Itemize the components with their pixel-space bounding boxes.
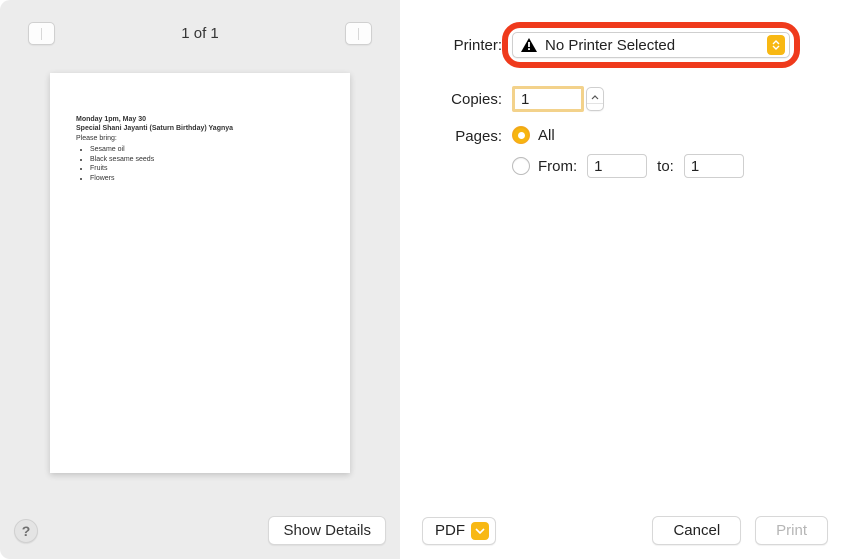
pages-row: Pages: All From: to: — [416, 126, 820, 178]
print-button[interactable]: Print — [755, 516, 828, 545]
preview-panel: 1 of 1 Monday 1pm, May 30 Special Shani … — [0, 0, 400, 559]
pages-all-radio[interactable] — [512, 126, 530, 144]
page-indicator: 1 of 1 — [181, 25, 219, 42]
list-item: Flowers — [90, 174, 324, 183]
pdf-menu-button[interactable]: PDF — [422, 517, 496, 545]
pages-range-line: From: to: — [512, 154, 754, 178]
settings-panel: Printer: No Printer Selected Copies: — [400, 0, 850, 559]
copies-row: Copies: — [416, 86, 820, 112]
pages-all-label: All — [538, 127, 555, 144]
settings-footer: PDF Cancel Print — [422, 516, 828, 545]
copies-label: Copies: — [416, 91, 502, 108]
page-thumbnail: Monday 1pm, May 30 Special Shani Jayanti… — [50, 73, 350, 473]
stepper-up-button[interactable] — [587, 88, 603, 104]
pages-all-line: All — [512, 126, 754, 144]
pages-to-input[interactable] — [684, 154, 744, 178]
footer-right-group: Cancel Print — [652, 516, 828, 545]
printer-select[interactable]: No Printer Selected — [512, 32, 790, 58]
copies-input[interactable] — [512, 86, 584, 112]
cancel-button[interactable]: Cancel — [652, 516, 741, 545]
pages-group: All From: to: — [512, 126, 754, 178]
pages-range-radio[interactable] — [512, 157, 530, 175]
divider — [358, 28, 359, 40]
pages-to-label: to: — [657, 158, 674, 175]
dropdown-stepper-icon — [767, 35, 785, 55]
preview-footer: ? Show Details — [14, 516, 386, 545]
thumb-bullets: Sesame oil Black sesame seeds Fruits Flo… — [90, 145, 324, 183]
printer-row: Printer: No Printer Selected — [416, 32, 820, 58]
list-item: Sesame oil — [90, 145, 324, 154]
copies-stepper[interactable] — [586, 87, 604, 111]
show-details-button[interactable]: Show Details — [268, 516, 386, 545]
thumb-line1: Monday 1pm, May 30 — [76, 115, 324, 124]
nav-next-group[interactable] — [345, 22, 372, 45]
preview-nav-row: 1 of 1 — [0, 0, 400, 45]
help-icon: ? — [22, 523, 31, 539]
help-button[interactable]: ? — [14, 519, 38, 543]
warning-icon — [521, 38, 537, 52]
pages-from-input[interactable] — [587, 154, 647, 178]
list-item: Fruits — [90, 164, 324, 173]
pdf-label: PDF — [435, 522, 465, 539]
thumb-line2: Special Shani Jayanti (Saturn Birthday) … — [76, 124, 324, 133]
thumb-line3: Please bring: — [76, 134, 324, 143]
chevron-down-icon — [471, 522, 489, 540]
list-item: Black sesame seeds — [90, 155, 324, 164]
chevron-down-icon — [591, 104, 599, 111]
printer-label: Printer: — [416, 37, 502, 54]
nav-prev-group[interactable] — [28, 22, 55, 45]
print-dialog: 1 of 1 Monday 1pm, May 30 Special Shani … — [0, 0, 850, 559]
chevron-up-icon — [591, 88, 599, 103]
printer-value: No Printer Selected — [545, 37, 759, 54]
printer-highlight: No Printer Selected — [512, 32, 790, 58]
stepper-down-button[interactable] — [587, 104, 603, 111]
pages-label: Pages: — [416, 128, 502, 145]
pages-from-label: From: — [538, 158, 577, 175]
divider — [41, 28, 42, 40]
